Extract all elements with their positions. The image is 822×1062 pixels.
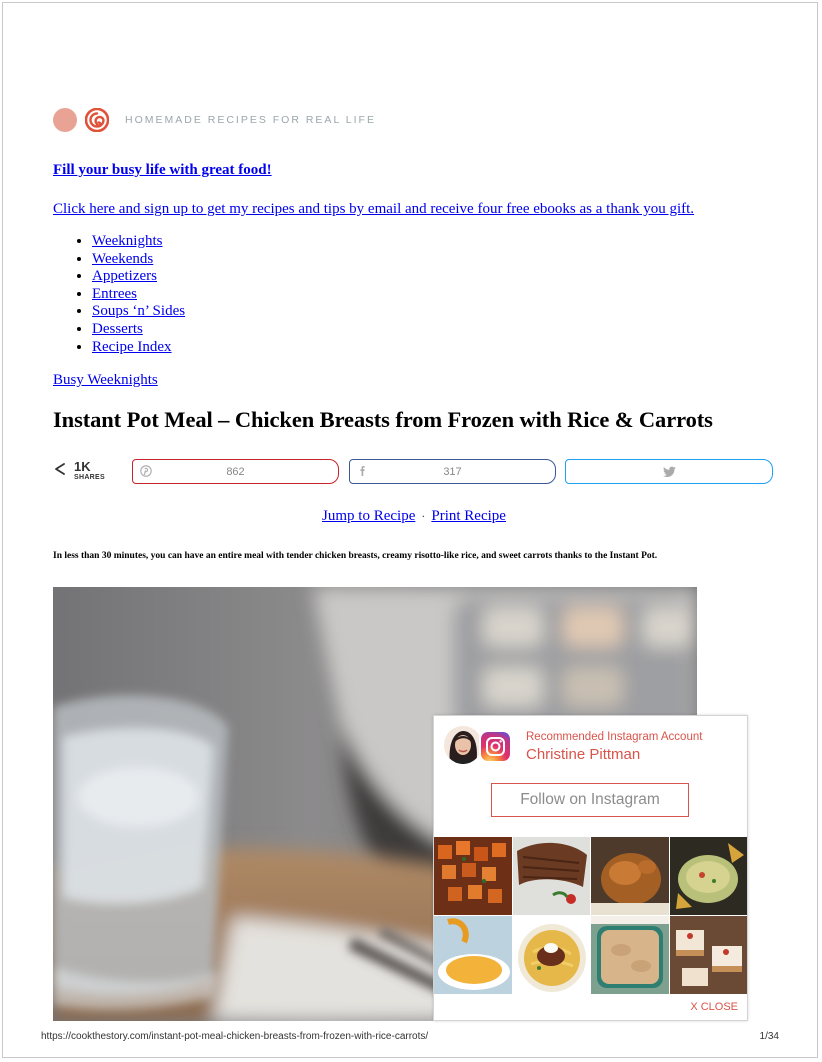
footer-url: https://cookthestory.com/instant-pot-mea… bbox=[41, 1031, 429, 1042]
facebook-count: 317 bbox=[443, 465, 462, 478]
nav-link[interactable]: Entrees bbox=[92, 286, 137, 302]
pinterest-icon bbox=[140, 465, 152, 477]
promo-title-link[interactable]: Fill your busy life with great food! bbox=[53, 162, 272, 179]
account-avatar[interactable] bbox=[444, 726, 482, 764]
nav-item-entrees: Entrees bbox=[92, 286, 185, 304]
nav-link[interactable]: Recipe Index bbox=[92, 339, 172, 355]
category-link[interactable]: Busy Weeknights bbox=[53, 372, 158, 389]
facebook-share-button[interactable]: 317 bbox=[349, 459, 556, 484]
print-recipe-link[interactable]: Print Recipe bbox=[431, 508, 506, 524]
recipe-links: Jump to Recipe · Print Recipe bbox=[3, 508, 817, 525]
instagram-icon bbox=[479, 730, 512, 763]
instagram-thumb-ribs[interactable] bbox=[512, 837, 590, 915]
nav-item-desserts: Desserts bbox=[92, 321, 185, 339]
nav-link[interactable]: Weekends bbox=[92, 251, 153, 267]
instagram-thumb-cheese-sauce[interactable] bbox=[434, 916, 512, 994]
post-title: Instant Pot Meal – Chicken Breasts from … bbox=[53, 407, 713, 432]
instagram-photo-grid bbox=[434, 837, 747, 994]
site-logo[interactable]: HOMEMADE RECIPES FOR REAL LIFE bbox=[53, 108, 376, 132]
nav-link[interactable]: Appetizers bbox=[92, 268, 157, 284]
share-icon bbox=[55, 463, 65, 475]
nav-link[interactable]: Desserts bbox=[92, 321, 143, 337]
nav-item-recipe-index: Recipe Index bbox=[92, 339, 185, 357]
promo-signup-link[interactable]: Click here and sign up to get my recipes… bbox=[53, 201, 694, 218]
follow-instagram-button[interactable]: Follow on Instagram bbox=[491, 783, 689, 817]
pinterest-share-button[interactable]: 862 bbox=[132, 459, 339, 484]
site-tagline: HOMEMADE RECIPES FOR REAL LIFE bbox=[125, 114, 376, 126]
account-name[interactable]: Christine Pittman bbox=[526, 746, 640, 763]
nav-item-soups-sides: Soups ‘n’ Sides bbox=[92, 303, 185, 321]
instagram-thumb-dip[interactable] bbox=[669, 837, 747, 915]
share-total-label: SHARES bbox=[74, 474, 105, 481]
nav-link[interactable]: Weeknights bbox=[92, 233, 162, 249]
twitter-icon bbox=[662, 466, 676, 477]
nav-link[interactable]: Soups ‘n’ Sides bbox=[92, 303, 185, 319]
instagram-thumb-roast-chicken[interactable] bbox=[591, 837, 669, 915]
instagram-thumb-soup[interactable] bbox=[591, 916, 669, 994]
avatar-art bbox=[444, 726, 482, 764]
nav-item-weeknights: Weeknights bbox=[92, 233, 185, 251]
main-nav: Weeknights Weekends Appetizers Entrees S… bbox=[53, 233, 185, 356]
share-total: 1K bbox=[74, 459, 91, 474]
page-frame: HOMEMADE RECIPES FOR REAL LIFE Fill your… bbox=[2, 2, 818, 1058]
recommended-label: Recommended Instagram Account bbox=[526, 731, 703, 743]
logo-swirl-icon bbox=[85, 108, 109, 132]
pinterest-count: 862 bbox=[226, 465, 245, 478]
share-count: 1K SHARES bbox=[53, 460, 105, 481]
nav-item-appetizers: Appetizers bbox=[92, 268, 185, 286]
footer-page-number: 1/34 bbox=[759, 1031, 779, 1042]
instagram-thumb-beef-noodles[interactable] bbox=[512, 916, 590, 994]
jump-to-recipe-link[interactable]: Jump to Recipe bbox=[322, 508, 415, 524]
instagram-thumb-sweet-potatoes[interactable] bbox=[434, 837, 512, 915]
post-intro: In less than 30 minutes, you can have an… bbox=[53, 551, 658, 561]
instagram-thumb-dessert-bars[interactable] bbox=[669, 916, 747, 994]
nav-item-weekends: Weekends bbox=[92, 251, 185, 269]
facebook-icon bbox=[360, 466, 365, 476]
logo-dot-icon bbox=[53, 108, 77, 132]
twitter-share-button[interactable] bbox=[565, 459, 773, 484]
recipe-links-separator: · bbox=[421, 509, 426, 523]
instagram-widget: Recommended Instagram Account Christine … bbox=[433, 715, 748, 1021]
close-widget-button[interactable]: X CLOSE bbox=[690, 1001, 738, 1013]
